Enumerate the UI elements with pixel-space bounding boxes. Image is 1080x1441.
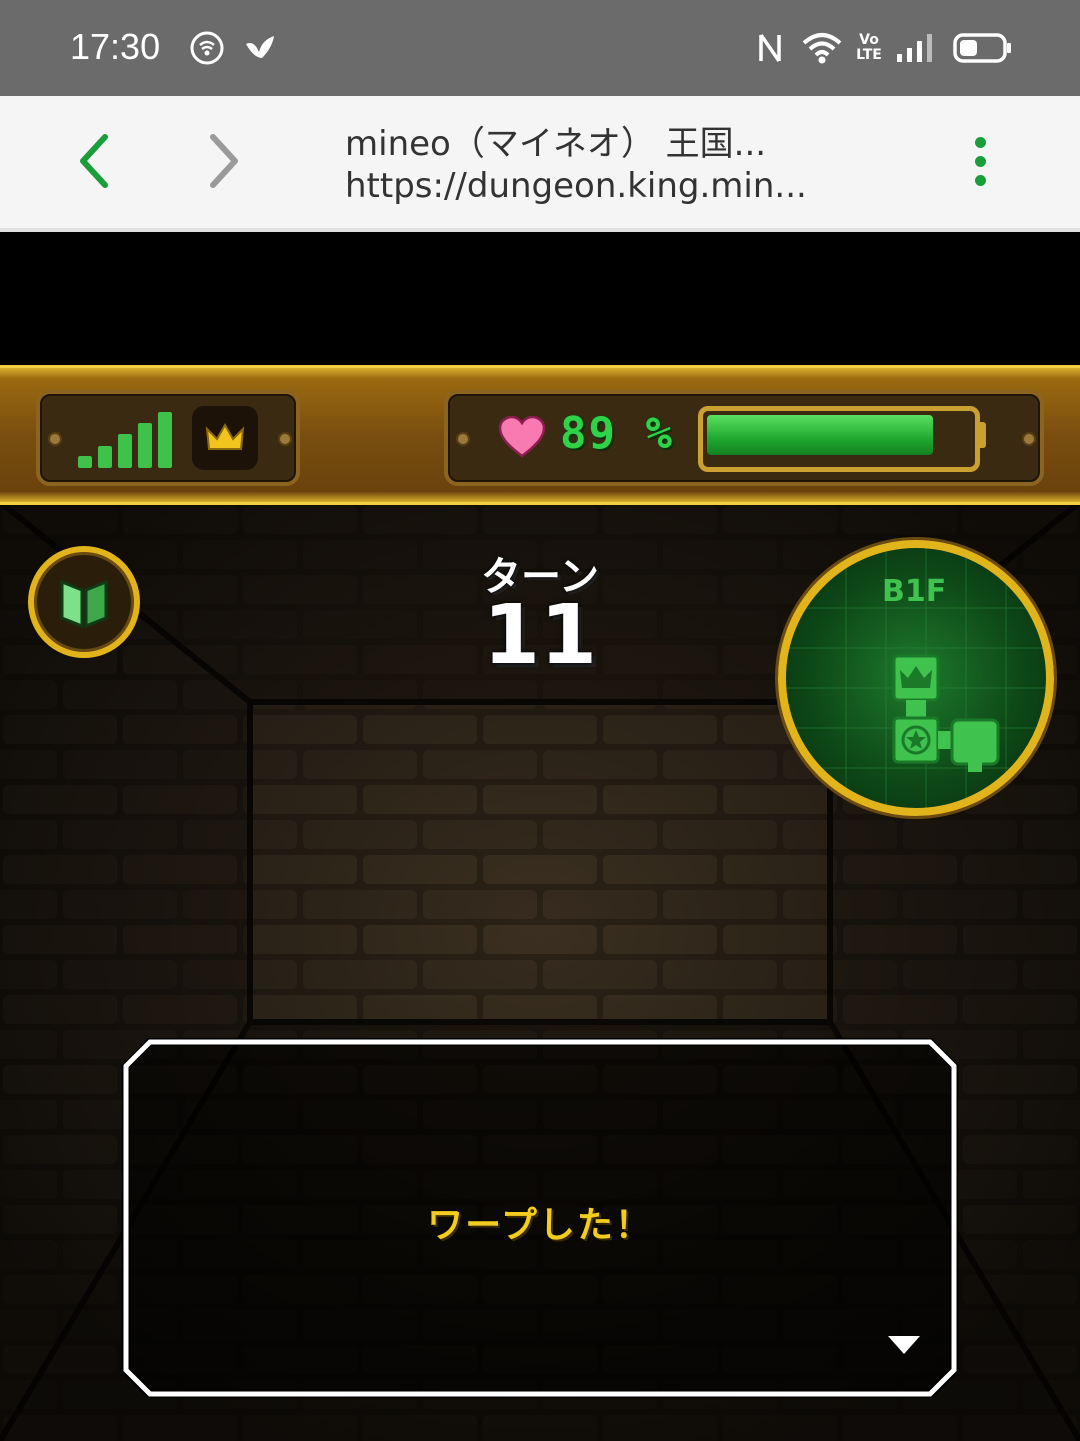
back-button[interactable] <box>58 126 128 196</box>
page-url[interactable]: https://dungeon.king.min... <box>345 166 807 206</box>
hp-gauge-fill <box>707 415 933 455</box>
hp-percent: 89 % <box>560 408 674 459</box>
battery-icon <box>952 30 1014 66</box>
book-icon <box>60 579 108 629</box>
volte-icon: Vo LTE <box>856 32 882 63</box>
battery-gauge-icon <box>698 406 980 472</box>
more-menu-button[interactable] <box>955 126 1005 196</box>
hud-bar: 89 % <box>0 365 1080 505</box>
status-time: 17:30 <box>70 26 161 67</box>
game-canvas[interactable]: 89 % ターン 11 B1F ワープした！ <box>0 232 1080 1441</box>
signal-bars-icon <box>78 412 172 468</box>
connection-panel <box>36 390 300 486</box>
hotspot-icon <box>188 30 226 66</box>
bird-icon <box>240 30 280 66</box>
forward-button[interactable] <box>190 126 260 196</box>
heart-icon <box>498 416 546 458</box>
guide-button[interactable] <box>28 546 140 658</box>
hp-panel: 89 % <box>444 390 1044 486</box>
cell-signal-icon <box>894 30 936 66</box>
message-window[interactable]: ワープした！ <box>122 1038 958 1398</box>
status-bar: 17:30 Vo LTE <box>0 0 1080 96</box>
chevron-left-icon <box>80 134 108 188</box>
next-arrow-icon[interactable] <box>888 1336 920 1354</box>
page-title[interactable]: mineo（マイネオ） 王国... <box>345 116 766 165</box>
floor-label: B1F <box>882 574 947 609</box>
chevron-right-icon <box>210 134 238 188</box>
message-text: ワープした！ <box>427 1205 653 1246</box>
crown-badge[interactable] <box>192 406 258 470</box>
crown-icon <box>205 423 245 450</box>
browser-toolbar: mineo（マイネオ） 王国... https://dungeon.king.m… <box>0 96 1080 232</box>
wifi-icon <box>800 30 844 66</box>
nfc-icon <box>752 30 788 66</box>
minimap[interactable]: B1F <box>778 540 1054 816</box>
turn-counter: 11 <box>482 588 598 683</box>
more-vert-icon <box>974 136 986 148</box>
